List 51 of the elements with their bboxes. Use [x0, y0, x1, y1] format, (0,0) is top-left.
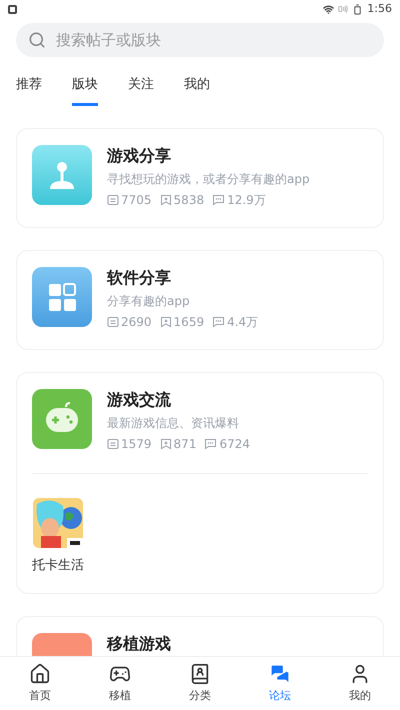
search-icon	[28, 31, 46, 49]
nav-item[interactable]: 论坛	[240, 657, 320, 710]
document-icon	[107, 316, 119, 328]
tab[interactable]: 关注	[128, 75, 154, 106]
forum-title: 游戏交流	[107, 388, 172, 410]
stat-count: 1659	[174, 314, 204, 330]
bookmark-icon	[160, 438, 172, 450]
battery-icon	[352, 4, 364, 14]
nav-item[interactable]: 首页	[0, 657, 80, 710]
comment-icon	[212, 194, 226, 206]
stat-count: 871	[174, 436, 196, 452]
stat-count: 7705	[121, 192, 152, 208]
status-time: 1:56	[367, 0, 392, 17]
wifi-icon	[323, 4, 334, 14]
forum-description: 寻找想玩的游戏，或者分享有趣的app	[107, 170, 310, 188]
stat-count: 12.9万	[227, 192, 266, 208]
grid-icon	[32, 266, 92, 326]
comment-icon	[212, 316, 226, 328]
chat-icon	[269, 662, 291, 685]
bookmark-icon	[160, 194, 172, 206]
forum-card[interactable]: 游戏交流 最新游戏信息、资讯爆料 1579 871 6724 托卡生活	[16, 372, 384, 594]
nav-item[interactable]: 移植	[80, 657, 160, 710]
home-icon	[29, 662, 51, 685]
notification-icon	[8, 4, 17, 14]
document-icon	[107, 194, 119, 206]
forum-card[interactable]: 游戏分享 寻找想玩的游戏，或者分享有趣的app 7705 5838 12.9万	[16, 128, 384, 228]
book-icon	[189, 662, 211, 685]
stat-count: 2690	[121, 314, 152, 330]
forum-title: 移植游戏	[107, 633, 171, 655]
comment-icon	[204, 438, 218, 450]
stat-count: 4.4万	[227, 314, 258, 330]
stat-count: 6724	[219, 436, 250, 452]
tab[interactable]: 版块	[72, 75, 98, 106]
sim-icon	[338, 4, 348, 14]
tab[interactable]: 推荐	[16, 75, 42, 106]
forum-title: 软件分享	[107, 266, 172, 288]
stat-count: 1579	[121, 436, 152, 452]
game-name[interactable]: 托卡生活	[32, 556, 84, 575]
gamepad-icon	[32, 388, 92, 448]
forum-card[interactable]: 软件分享 分享有趣的app 2690 1659 4.4万	[16, 250, 384, 350]
tab[interactable]: 我的	[184, 75, 210, 106]
nav-item[interactable]: 分类	[160, 657, 240, 710]
search-field[interactable]: 搜索帖子或版块	[16, 23, 384, 57]
forum-description: 最新游戏信息、资讯爆料	[107, 414, 240, 432]
stat-count: 5838	[174, 192, 204, 208]
bookmark-icon	[160, 316, 172, 328]
forum-title: 游戏分享	[107, 144, 172, 166]
joystick-icon	[32, 144, 92, 204]
document-icon	[107, 438, 119, 450]
forum-description: 分享有趣的app	[107, 292, 191, 310]
nav-item[interactable]: 我的	[320, 657, 400, 710]
